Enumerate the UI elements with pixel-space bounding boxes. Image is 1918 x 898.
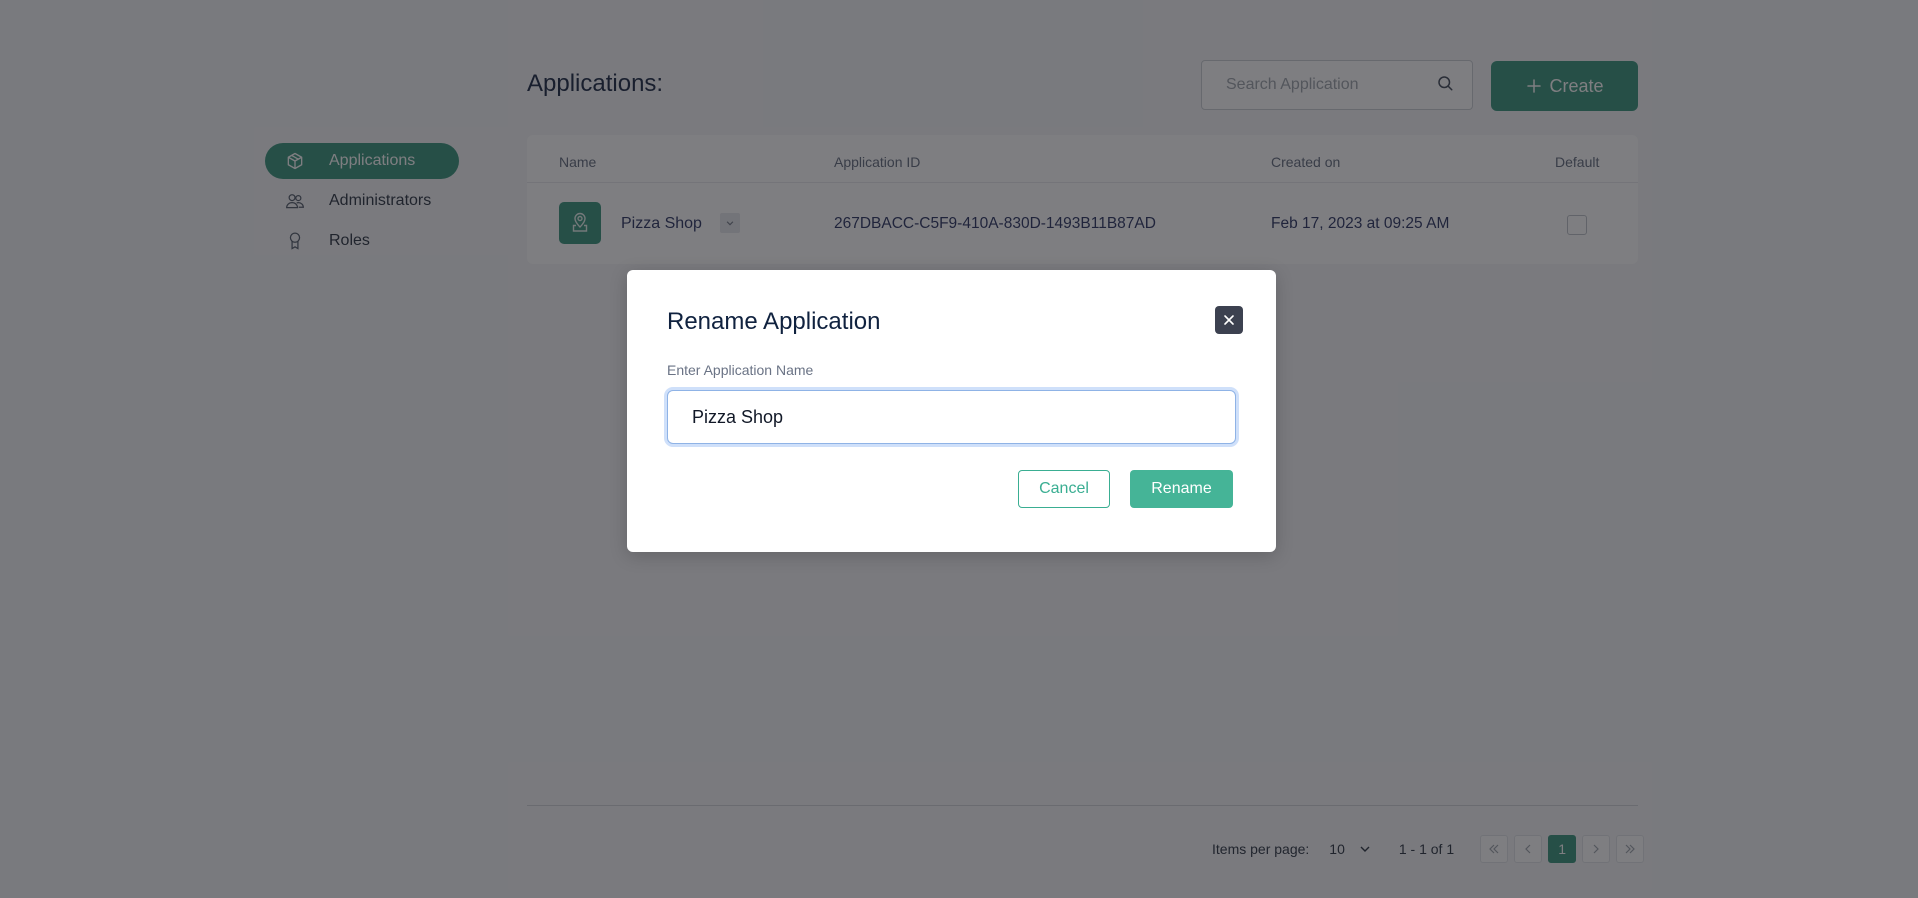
- application-name-label: Enter Application Name: [667, 362, 814, 378]
- rename-button[interactable]: Rename: [1130, 470, 1233, 508]
- close-button[interactable]: [1215, 306, 1243, 334]
- close-icon: [1224, 315, 1234, 325]
- application-name-input[interactable]: [667, 390, 1236, 444]
- rename-application-dialog: Rename Application Enter Application Nam…: [627, 270, 1276, 552]
- dialog-title: Rename Application: [667, 308, 881, 335]
- cancel-button[interactable]: Cancel: [1018, 470, 1110, 508]
